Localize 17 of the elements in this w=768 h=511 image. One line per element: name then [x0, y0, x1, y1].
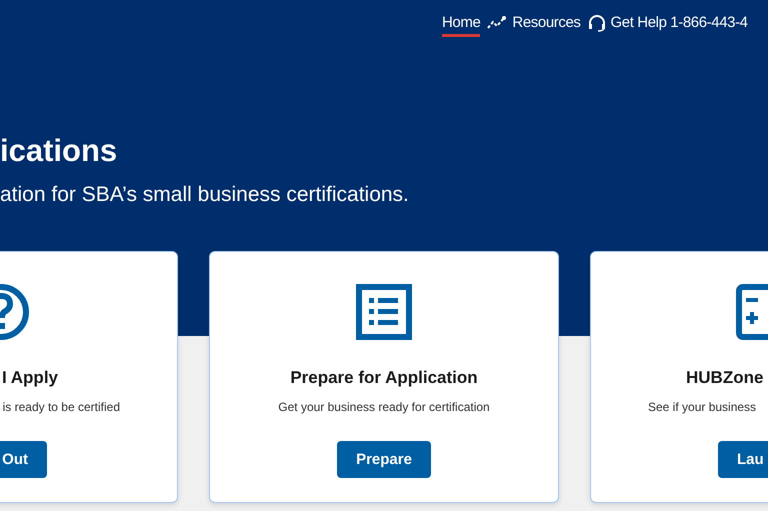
page-subtitle: ation for SBA’s small business certifications. [0, 182, 410, 208]
card-button[interactable]: Prepare [337, 441, 431, 478]
card-button[interactable]: Lau [718, 441, 768, 478]
card-button[interactable]: Out [0, 441, 47, 478]
card-title: Prepare for Application [290, 367, 478, 389]
card-description: Get your business ready for certification [278, 399, 490, 415]
card-title: I Apply [2, 367, 58, 389]
nav-link[interactable]: Resources [512, 10, 581, 36]
page-title: ications [0, 132, 118, 170]
card-title: HUBZone [686, 367, 764, 389]
headset-icon [588, 14, 606, 32]
nav-link[interactable]: Home [442, 10, 480, 36]
card-description: is ready to be certified [2, 399, 120, 415]
card-description: See if your business [648, 399, 756, 415]
nav-link[interactable]: Get Help 1-866-443-4 [610, 10, 748, 36]
list-icon [356, 284, 412, 340]
trend-chart-icon [487, 15, 508, 31]
